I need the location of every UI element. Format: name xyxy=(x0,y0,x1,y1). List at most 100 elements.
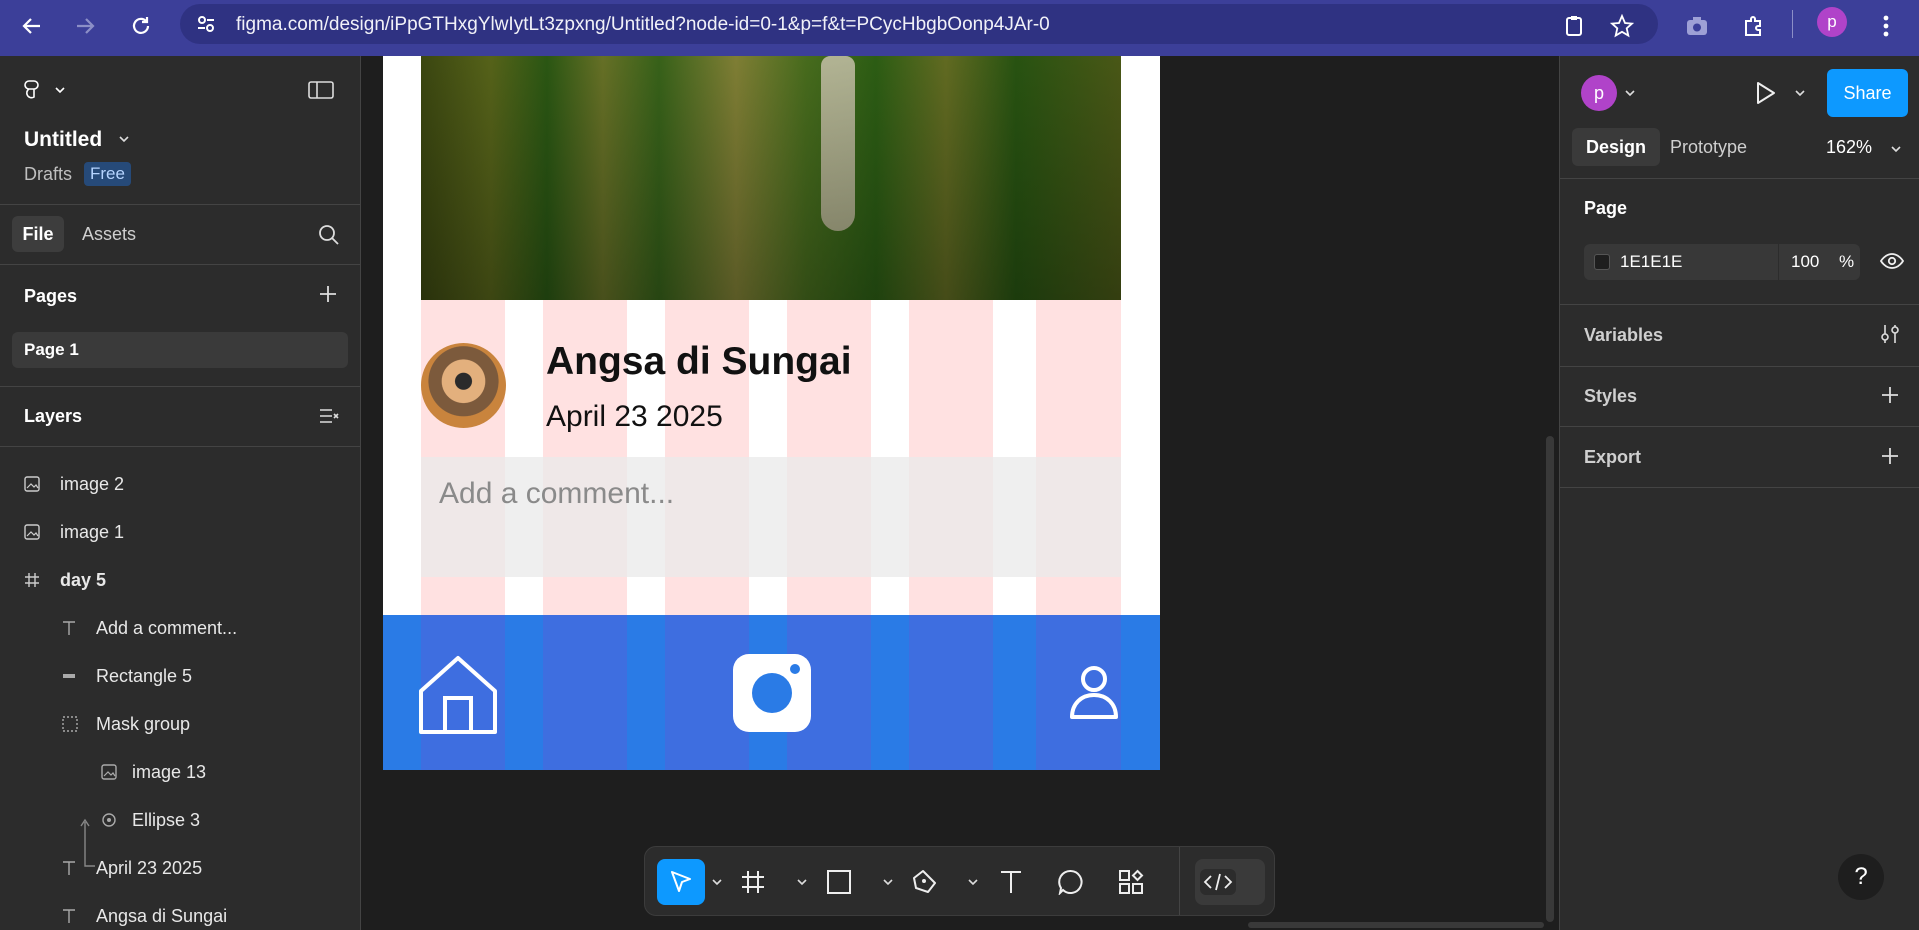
layer-label: Rectangle 5 xyxy=(96,665,193,686)
text-icon xyxy=(63,621,75,635)
styles-header[interactable]: Styles xyxy=(1584,386,1637,407)
chevron-down-icon[interactable] xyxy=(1890,144,1902,154)
reload-icon xyxy=(132,17,150,34)
layer-label: Angsa di Sungai xyxy=(96,905,228,926)
actions-tool[interactable] xyxy=(1111,859,1151,905)
move-tool[interactable] xyxy=(657,859,705,905)
cursor-icon xyxy=(671,871,691,892)
rectangle-tool[interactable] xyxy=(819,859,859,905)
layer-row[interactable]: image 13 xyxy=(96,757,206,787)
clipboard-button[interactable] xyxy=(1556,8,1592,44)
comment-input[interactable]: Add a comment... xyxy=(421,457,1121,577)
code-icon xyxy=(1200,869,1236,895)
avatar[interactable] xyxy=(421,343,506,428)
home-icon[interactable] xyxy=(418,655,498,735)
layer-row[interactable]: image 1 xyxy=(24,517,124,547)
site-settings-icon[interactable] xyxy=(196,14,216,34)
page-item-page-1[interactable]: Page 1 xyxy=(12,332,348,368)
rectangle-icon xyxy=(63,674,75,678)
pen-tool[interactable] xyxy=(905,859,945,905)
divider xyxy=(1560,487,1919,488)
search-button[interactable] xyxy=(318,224,340,251)
layout-grid-gutter xyxy=(383,615,421,770)
post-title[interactable]: Angsa di Sungai xyxy=(546,340,852,384)
variables-header[interactable]: Variables xyxy=(1584,325,1663,346)
browser-menu-button[interactable] xyxy=(1868,8,1904,44)
share-button[interactable]: Share xyxy=(1827,69,1908,117)
divider xyxy=(0,204,360,205)
tab-prototype[interactable]: Prototype xyxy=(1670,137,1747,158)
layer-row[interactable]: Ellipse 3 xyxy=(96,805,200,835)
image-icon xyxy=(24,524,40,540)
present-button[interactable] xyxy=(1754,80,1778,111)
frame-tool[interactable] xyxy=(733,859,773,905)
profile-icon[interactable] xyxy=(1069,665,1119,721)
sidebar-toggle-button[interactable] xyxy=(308,80,334,105)
chevron-down-icon[interactable] xyxy=(711,877,723,887)
add-page-button[interactable] xyxy=(318,284,338,309)
chevron-down-icon[interactable] xyxy=(118,134,130,144)
user-avatar[interactable]: p xyxy=(1581,75,1617,111)
visibility-toggle[interactable] xyxy=(1879,252,1905,275)
horizontal-scrollbar[interactable] xyxy=(1248,922,1544,928)
layer-row[interactable]: image 2 xyxy=(24,469,124,499)
layer-row[interactable]: Rectangle 5 xyxy=(60,661,192,691)
layer-row[interactable]: Angsa di Sungai xyxy=(60,901,227,930)
file-location[interactable]: Drafts xyxy=(24,164,72,185)
layer-row[interactable]: Mask group xyxy=(60,709,190,739)
vertical-scrollbar[interactable] xyxy=(1546,436,1554,922)
main-menu-button[interactable] xyxy=(24,80,66,105)
design-canvas[interactable]: Angsa di Sungai April 23 2025 Add a comm… xyxy=(362,56,1559,930)
tab-assets[interactable]: Assets xyxy=(82,224,136,245)
chevron-down-icon[interactable] xyxy=(796,877,808,887)
frame-day-5[interactable]: Angsa di Sungai April 23 2025 Add a comm… xyxy=(383,56,1160,770)
layer-row[interactable]: Add a comment... xyxy=(60,613,237,643)
page-item-label: Page 1 xyxy=(24,340,79,359)
page-section-header: Page xyxy=(1584,198,1628,218)
tab-file[interactable]: File xyxy=(12,216,64,252)
layers-options-button[interactable] xyxy=(318,406,340,431)
comment-tool[interactable] xyxy=(1051,859,1091,905)
chevron-down-icon[interactable] xyxy=(882,877,894,887)
extensions-button[interactable] xyxy=(1736,8,1772,44)
post-date[interactable]: April 23 2025 xyxy=(546,400,723,434)
chevron-down-icon[interactable] xyxy=(1624,88,1636,98)
forward-arrow-icon xyxy=(77,18,95,34)
plus-icon[interactable] xyxy=(1880,446,1900,466)
left-sidebar: Untitled Drafts Free File Assets Pages P… xyxy=(0,56,361,930)
export-header[interactable]: Export xyxy=(1584,447,1641,468)
page-background-field[interactable]: 1E1E1E 100 % xyxy=(1584,244,1860,280)
address-bar[interactable]: figma.com/design/iPpGTHxgYlwIytLt3zpxng/… xyxy=(180,4,1658,44)
layer-row[interactable]: day 5 xyxy=(24,565,106,595)
tab-design[interactable]: Design xyxy=(1572,128,1660,166)
post-image[interactable] xyxy=(421,56,1121,300)
help-button[interactable]: ? xyxy=(1838,854,1884,900)
reload-button[interactable] xyxy=(123,8,159,44)
variables-settings-icon[interactable] xyxy=(1880,323,1900,345)
text-icon xyxy=(63,861,75,875)
divider xyxy=(0,386,360,387)
plan-badge: Free xyxy=(84,162,131,186)
layer-row[interactable]: April 23 2025 xyxy=(60,853,202,883)
instagram-camera-icon[interactable] xyxy=(733,654,811,732)
text-tool[interactable] xyxy=(991,859,1031,905)
comment-icon xyxy=(1058,869,1083,895)
kebab-menu-icon xyxy=(1883,15,1889,37)
forward-button[interactable] xyxy=(67,8,103,44)
layer-label: day 5 xyxy=(60,569,107,590)
color-swatch[interactable] xyxy=(1594,254,1610,270)
chevron-down-icon[interactable] xyxy=(1794,88,1806,98)
file-title[interactable]: Untitled xyxy=(24,128,102,152)
plus-icon[interactable] xyxy=(1880,385,1900,405)
background-hex[interactable]: 1E1E1E xyxy=(1620,252,1682,272)
chevron-down-icon[interactable] xyxy=(967,877,979,887)
background-opacity[interactable]: 100 xyxy=(1791,252,1819,272)
bottom-navigation-bar[interactable] xyxy=(383,615,1160,770)
bookmark-button[interactable] xyxy=(1604,8,1640,44)
text-icon xyxy=(1001,871,1021,893)
browser-profile-avatar[interactable]: p xyxy=(1817,7,1847,37)
zoom-level[interactable]: 162% xyxy=(1826,137,1872,158)
dev-mode-toggle[interactable] xyxy=(1195,859,1265,905)
screenshot-button[interactable] xyxy=(1679,8,1715,44)
back-button[interactable] xyxy=(14,8,50,44)
